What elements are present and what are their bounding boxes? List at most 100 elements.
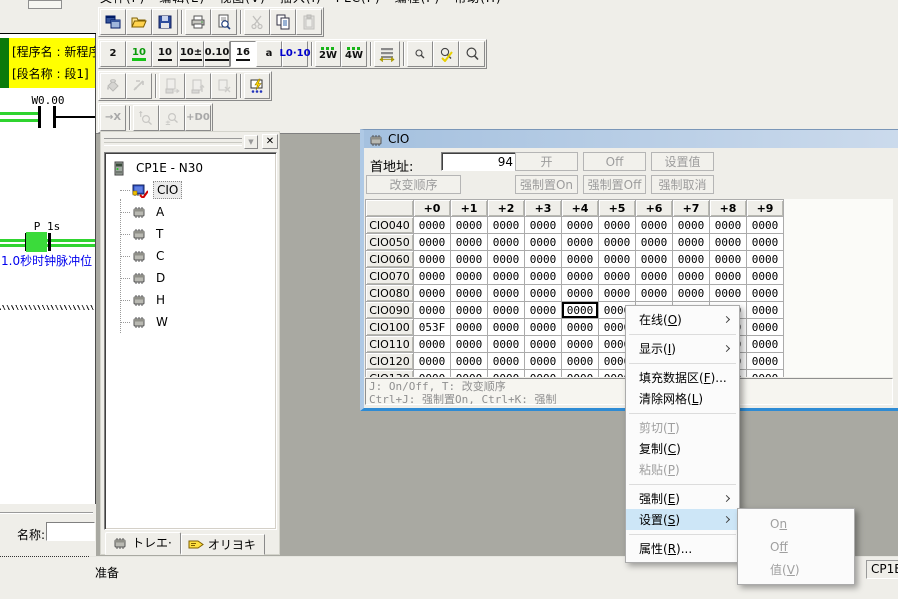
memory-cell[interactable]: 0000 — [451, 319, 488, 336]
cancel-tool-button[interactable] — [126, 73, 152, 99]
memory-cell[interactable]: 0000 — [488, 234, 525, 251]
monitor-text-button[interactable]: a — [256, 41, 282, 67]
memory-cell[interactable]: 0000 — [562, 319, 599, 336]
memory-cell[interactable]: 0000 — [562, 251, 599, 268]
ladder-cursor[interactable] — [26, 232, 47, 252]
menu-item[interactable]: 插入(I) — [280, 0, 322, 4]
menu-item[interactable]: PLC(P) — [336, 0, 381, 4]
menu-bar[interactable]: 文件(F)编辑(E)视图(V)插入(I)PLC(P)编程(P)帮助(H) — [96, 0, 616, 4]
context-menu-item[interactable]: 属性(R)... — [626, 538, 739, 559]
memory-cell[interactable]: 0000 — [525, 234, 562, 251]
column-header[interactable]: +2 — [488, 200, 525, 217]
memory-cell[interactable]: 0000 — [636, 234, 673, 251]
memory-cell[interactable]: 0000 — [488, 370, 525, 378]
context-menu-item[interactable]: 剪切(T) — [626, 417, 739, 438]
monitor-floating-button[interactable]: 0.10 — [204, 41, 230, 67]
memory-cell[interactable]: 0000 — [525, 251, 562, 268]
memory-cell[interactable]: 0000 — [451, 251, 488, 268]
four-word-button[interactable]: 4W — [341, 41, 367, 67]
memory-cell[interactable]: 0000 — [747, 268, 784, 285]
memory-cell[interactable]: 0000 — [488, 251, 525, 268]
memory-cell[interactable]: 0000 — [710, 234, 747, 251]
transfer-to-plc-button[interactable] — [159, 73, 185, 99]
memory-cell[interactable]: 0000 — [747, 217, 784, 234]
memory-cell[interactable]: 0000 — [525, 370, 562, 378]
memory-cell[interactable]: 0000 — [673, 285, 710, 302]
memory-cell[interactable]: 0000 — [451, 268, 488, 285]
memory-cell[interactable]: 0000 — [414, 234, 451, 251]
memory-cell[interactable]: 0000 — [562, 217, 599, 234]
tree-item-h[interactable]: H — [111, 289, 276, 311]
monitor-decimal-button[interactable]: 10 — [152, 41, 178, 67]
row-header[interactable]: CIO050 — [366, 234, 414, 251]
memory-cell[interactable]: 0000 — [414, 353, 451, 370]
memory-cell[interactable]: 0000 — [747, 353, 784, 370]
memory-cell[interactable]: 0000 — [747, 302, 784, 319]
column-header[interactable]: +4 — [562, 200, 599, 217]
memory-cell[interactable]: 0000 — [414, 251, 451, 268]
memory-cell[interactable]: 053F — [414, 319, 451, 336]
memory-cell[interactable]: 0000 — [710, 268, 747, 285]
fill-button[interactable] — [100, 73, 126, 99]
memory-cell[interactable]: 0000 — [414, 370, 451, 378]
context-menu-item[interactable]: 强制(E) — [626, 488, 739, 509]
tree-item-plc-root[interactable]: CP1E - N30 — [111, 157, 276, 179]
row-header[interactable]: CIO100 — [366, 319, 414, 336]
memory-cell[interactable]: 0000 — [451, 370, 488, 378]
name-field[interactable] — [46, 522, 95, 541]
column-header[interactable]: +0 — [414, 200, 451, 217]
column-header[interactable]: +6 — [636, 200, 673, 217]
memory-cell[interactable]: 0000 — [414, 268, 451, 285]
memory-cell[interactable]: 0000 — [488, 285, 525, 302]
zoom-address-up-button[interactable]: † — [133, 105, 159, 131]
memory-cell[interactable]: 0000 — [488, 268, 525, 285]
memory-cell[interactable]: 0000 — [747, 285, 784, 302]
memory-cell[interactable]: 0000 — [562, 285, 599, 302]
memory-cell[interactable]: 0000 — [488, 319, 525, 336]
menu-item[interactable]: 文件(F) — [100, 0, 145, 4]
workspace-tab[interactable]: オリヨキ — [181, 534, 265, 555]
memory-cell[interactable]: 0000 — [636, 268, 673, 285]
two-word-button[interactable]: 2W — [315, 41, 341, 67]
workspace-tab[interactable]: トレエ· — [105, 532, 181, 555]
memory-cell[interactable]: 0000 — [488, 353, 525, 370]
memory-cell[interactable]: 0000 — [414, 217, 451, 234]
context-menu-item[interactable]: 清除网格(L) — [626, 388, 739, 409]
tree-item-w[interactable]: W — [111, 311, 276, 333]
memory-cell[interactable]: 0000 — [747, 370, 784, 378]
monitor-button[interactable] — [244, 73, 270, 99]
contact-symbol[interactable] — [48, 233, 51, 251]
row-header[interactable]: CIO040 — [366, 217, 414, 234]
memory-cell[interactable]: 0000 — [488, 302, 525, 319]
row-header[interactable]: CIO110 — [366, 336, 414, 353]
memory-cell[interactable]: 0000 — [673, 217, 710, 234]
column-header[interactable]: +5 — [599, 200, 636, 217]
memory-cell[interactable]: 0000 — [599, 217, 636, 234]
memory-cell[interactable]: 0000 — [414, 302, 451, 319]
memory-cell[interactable]: 0000 — [525, 353, 562, 370]
context-menu-item[interactable]: 在线(O) — [626, 309, 739, 330]
save-button[interactable] — [152, 9, 178, 35]
context-menu-item[interactable]: 填充数据区(F)... — [626, 367, 739, 388]
memory-cell[interactable]: 0000 — [562, 268, 599, 285]
new-project-button[interactable] — [100, 9, 126, 35]
column-header[interactable]: +9 — [747, 200, 784, 217]
set-submenu-item[interactable]: On — [738, 512, 854, 535]
memory-cell[interactable]: 0000 — [710, 285, 747, 302]
memory-cell[interactable]: 0000 — [599, 251, 636, 268]
memory-cell[interactable]: 0000 — [414, 285, 451, 302]
tree-item-cio[interactable]: CIO — [111, 179, 276, 201]
memory-cell[interactable]: 0000 — [451, 234, 488, 251]
memory-cell[interactable]: 0000 — [673, 234, 710, 251]
transfer-from-plc-button[interactable] — [185, 73, 211, 99]
force-cancel-button[interactable]: 强制取消 — [651, 175, 714, 194]
memory-cell[interactable]: 0000 — [599, 234, 636, 251]
memory-cell[interactable]: 0000 — [488, 336, 525, 353]
menu-item[interactable]: 编程(P) — [395, 0, 441, 4]
context-menu-item[interactable]: 粘贴(P) — [626, 459, 739, 480]
start-address-input[interactable] — [441, 152, 517, 171]
zoom-out-button[interactable] — [407, 41, 433, 67]
memory-cell[interactable]: 0000 — [525, 319, 562, 336]
copy-button[interactable] — [270, 9, 296, 35]
workspace-close-button[interactable]: ✕ — [262, 134, 278, 149]
